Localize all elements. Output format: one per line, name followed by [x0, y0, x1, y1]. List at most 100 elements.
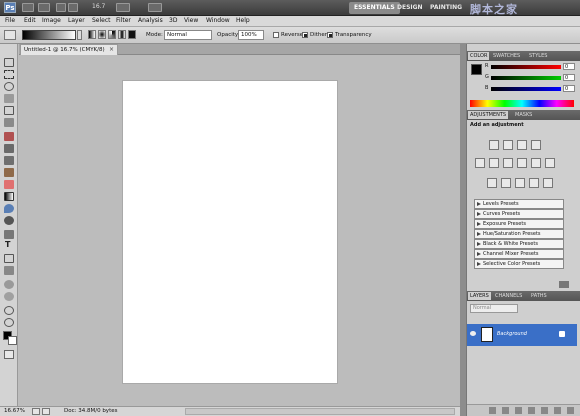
menu-file[interactable]: File	[3, 17, 17, 24]
black-white-icon[interactable]	[517, 158, 527, 168]
eyedropper-tool-icon[interactable]	[4, 118, 14, 127]
view-extras-icon[interactable]	[38, 3, 50, 12]
clone-stamp-tool-icon[interactable]	[4, 156, 14, 165]
gradient-tool-preset-icon[interactable]	[4, 30, 16, 40]
workspace-painting[interactable]: PAINTING	[425, 2, 467, 14]
photo-filter-icon[interactable]	[531, 158, 541, 168]
mode-select[interactable]: Normal	[164, 30, 212, 40]
close-document-icon[interactable]: ×	[109, 46, 114, 53]
transparency-checkbox[interactable]	[327, 32, 333, 38]
type-tool-icon[interactable]: T	[5, 240, 10, 249]
threshold-icon[interactable]	[515, 178, 525, 188]
channel-b-slider[interactable]	[491, 87, 561, 91]
layer-row-background[interactable]: Background	[467, 324, 577, 346]
diamond-gradient-icon[interactable]	[128, 30, 136, 39]
menu-layer[interactable]: Layer	[66, 17, 87, 24]
crop-tool-icon[interactable]	[4, 106, 14, 115]
channel-r-value[interactable]: 0	[563, 63, 575, 70]
posterize-icon[interactable]	[501, 178, 511, 188]
document-canvas[interactable]	[123, 81, 337, 383]
channel-mixer-icon[interactable]	[545, 158, 555, 168]
tab-swatches[interactable]: SWATCHES	[491, 52, 522, 60]
zoom-level-dropdown[interactable]: 16.7	[92, 3, 110, 10]
reflected-gradient-icon[interactable]	[118, 30, 126, 39]
layer-blend-mode-select[interactable]: Normal	[470, 304, 518, 313]
lasso-tool-icon[interactable]	[4, 82, 14, 91]
preset-exposure[interactable]: Exposure Presets	[474, 219, 564, 229]
menu-help[interactable]: Help	[234, 17, 252, 24]
selective-color-icon[interactable]	[543, 178, 553, 188]
workspace-design[interactable]: DESIGN	[392, 2, 428, 14]
new-layer-icon[interactable]	[554, 407, 561, 414]
3d-orbit-tool-icon[interactable]	[4, 292, 14, 301]
status-info-icon[interactable]	[32, 408, 40, 415]
spot-healing-tool-icon[interactable]	[4, 132, 14, 141]
quick-selection-tool-icon[interactable]	[4, 94, 14, 103]
tab-channels[interactable]: CHANNELS	[493, 292, 524, 300]
linear-gradient-icon[interactable]	[88, 30, 96, 39]
adjustments-panel-menu-icon[interactable]	[559, 281, 569, 288]
add-mask-icon[interactable]	[515, 407, 522, 414]
exposure-icon[interactable]	[531, 140, 541, 150]
gradient-dropdown-arrow-icon[interactable]	[77, 30, 82, 40]
link-layers-icon[interactable]	[489, 407, 496, 414]
hue-saturation-icon[interactable]	[489, 158, 499, 168]
status-menu-icon[interactable]	[42, 408, 50, 415]
quick-mask-icon[interactable]	[4, 350, 14, 359]
color-spectrum-bar[interactable]	[470, 100, 574, 107]
hand-tool-icon[interactable]	[4, 306, 14, 315]
tab-styles[interactable]: STYLES	[527, 52, 549, 60]
tab-color[interactable]: COLOR	[468, 52, 490, 60]
dodge-tool-icon[interactable]	[4, 216, 14, 225]
reverse-checkbox[interactable]	[273, 32, 279, 38]
tab-adjustments[interactable]: ADJUSTMENTS	[468, 111, 509, 119]
preset-curves[interactable]: Curves Presets	[474, 209, 564, 219]
preset-levels[interactable]: Levels Presets	[474, 199, 564, 209]
curves-icon[interactable]	[517, 140, 527, 150]
zoom-tool-icon[interactable]	[68, 3, 78, 12]
rectangle-tool-icon[interactable]	[4, 266, 14, 275]
layer-style-icon[interactable]	[502, 407, 509, 414]
angle-gradient-icon[interactable]	[108, 30, 116, 39]
tab-masks[interactable]: MASKS	[513, 111, 534, 119]
color-panel-foreground-swatch[interactable]	[471, 64, 482, 75]
layer-name[interactable]: Background	[497, 331, 527, 337]
adjustment-layer-icon[interactable]	[528, 407, 535, 414]
menu-image[interactable]: Image	[40, 17, 63, 24]
launch-bridge-icon[interactable]	[22, 3, 34, 12]
tab-paths[interactable]: PATHS	[529, 292, 549, 300]
channel-g-value[interactable]: 0	[563, 74, 575, 81]
horizontal-scrollbar[interactable]	[185, 408, 455, 415]
menu-edit[interactable]: Edit	[22, 17, 38, 24]
preset-selective-color[interactable]: Selective Color Presets	[474, 259, 564, 269]
history-brush-tool-icon[interactable]	[4, 168, 14, 177]
delete-layer-icon[interactable]	[567, 407, 574, 414]
document-tab[interactable]: Untitled-1 @ 16.7% (CMYK/8) ×	[20, 44, 118, 55]
menu-filter[interactable]: Filter	[114, 17, 133, 24]
color-balance-icon[interactable]	[503, 158, 513, 168]
menu-window[interactable]: Window	[204, 17, 232, 24]
3d-rotate-tool-icon[interactable]	[4, 280, 14, 289]
new-group-icon[interactable]	[541, 407, 548, 414]
preset-channel-mixer[interactable]: Channel Mixer Presets	[474, 249, 564, 259]
channel-r-slider[interactable]	[491, 65, 561, 69]
move-tool-icon[interactable]	[4, 58, 14, 67]
menu-select[interactable]: Select	[90, 17, 113, 24]
brush-tool-icon[interactable]	[4, 144, 14, 153]
background-color-swatch[interactable]	[8, 336, 17, 345]
gradient-picker[interactable]	[22, 30, 76, 40]
zoom-tool-icon[interactable]	[4, 318, 14, 327]
levels-icon[interactable]	[503, 140, 513, 150]
opacity-field[interactable]: 100%	[238, 30, 264, 40]
dither-checkbox[interactable]	[302, 32, 308, 38]
preset-hue-saturation[interactable]: Hue/Saturation Presets	[474, 229, 564, 239]
vibrance-icon[interactable]	[475, 158, 485, 168]
arrange-documents-icon[interactable]	[116, 3, 130, 12]
gradient-map-icon[interactable]	[529, 178, 539, 188]
status-zoom[interactable]: 16.67%	[4, 408, 25, 414]
brightness-contrast-icon[interactable]	[489, 140, 499, 150]
menu-3d[interactable]: 3D	[167, 17, 179, 24]
hand-tool-icon[interactable]	[56, 3, 66, 12]
path-selection-tool-icon[interactable]	[4, 254, 14, 263]
menu-analysis[interactable]: Analysis	[136, 17, 165, 24]
